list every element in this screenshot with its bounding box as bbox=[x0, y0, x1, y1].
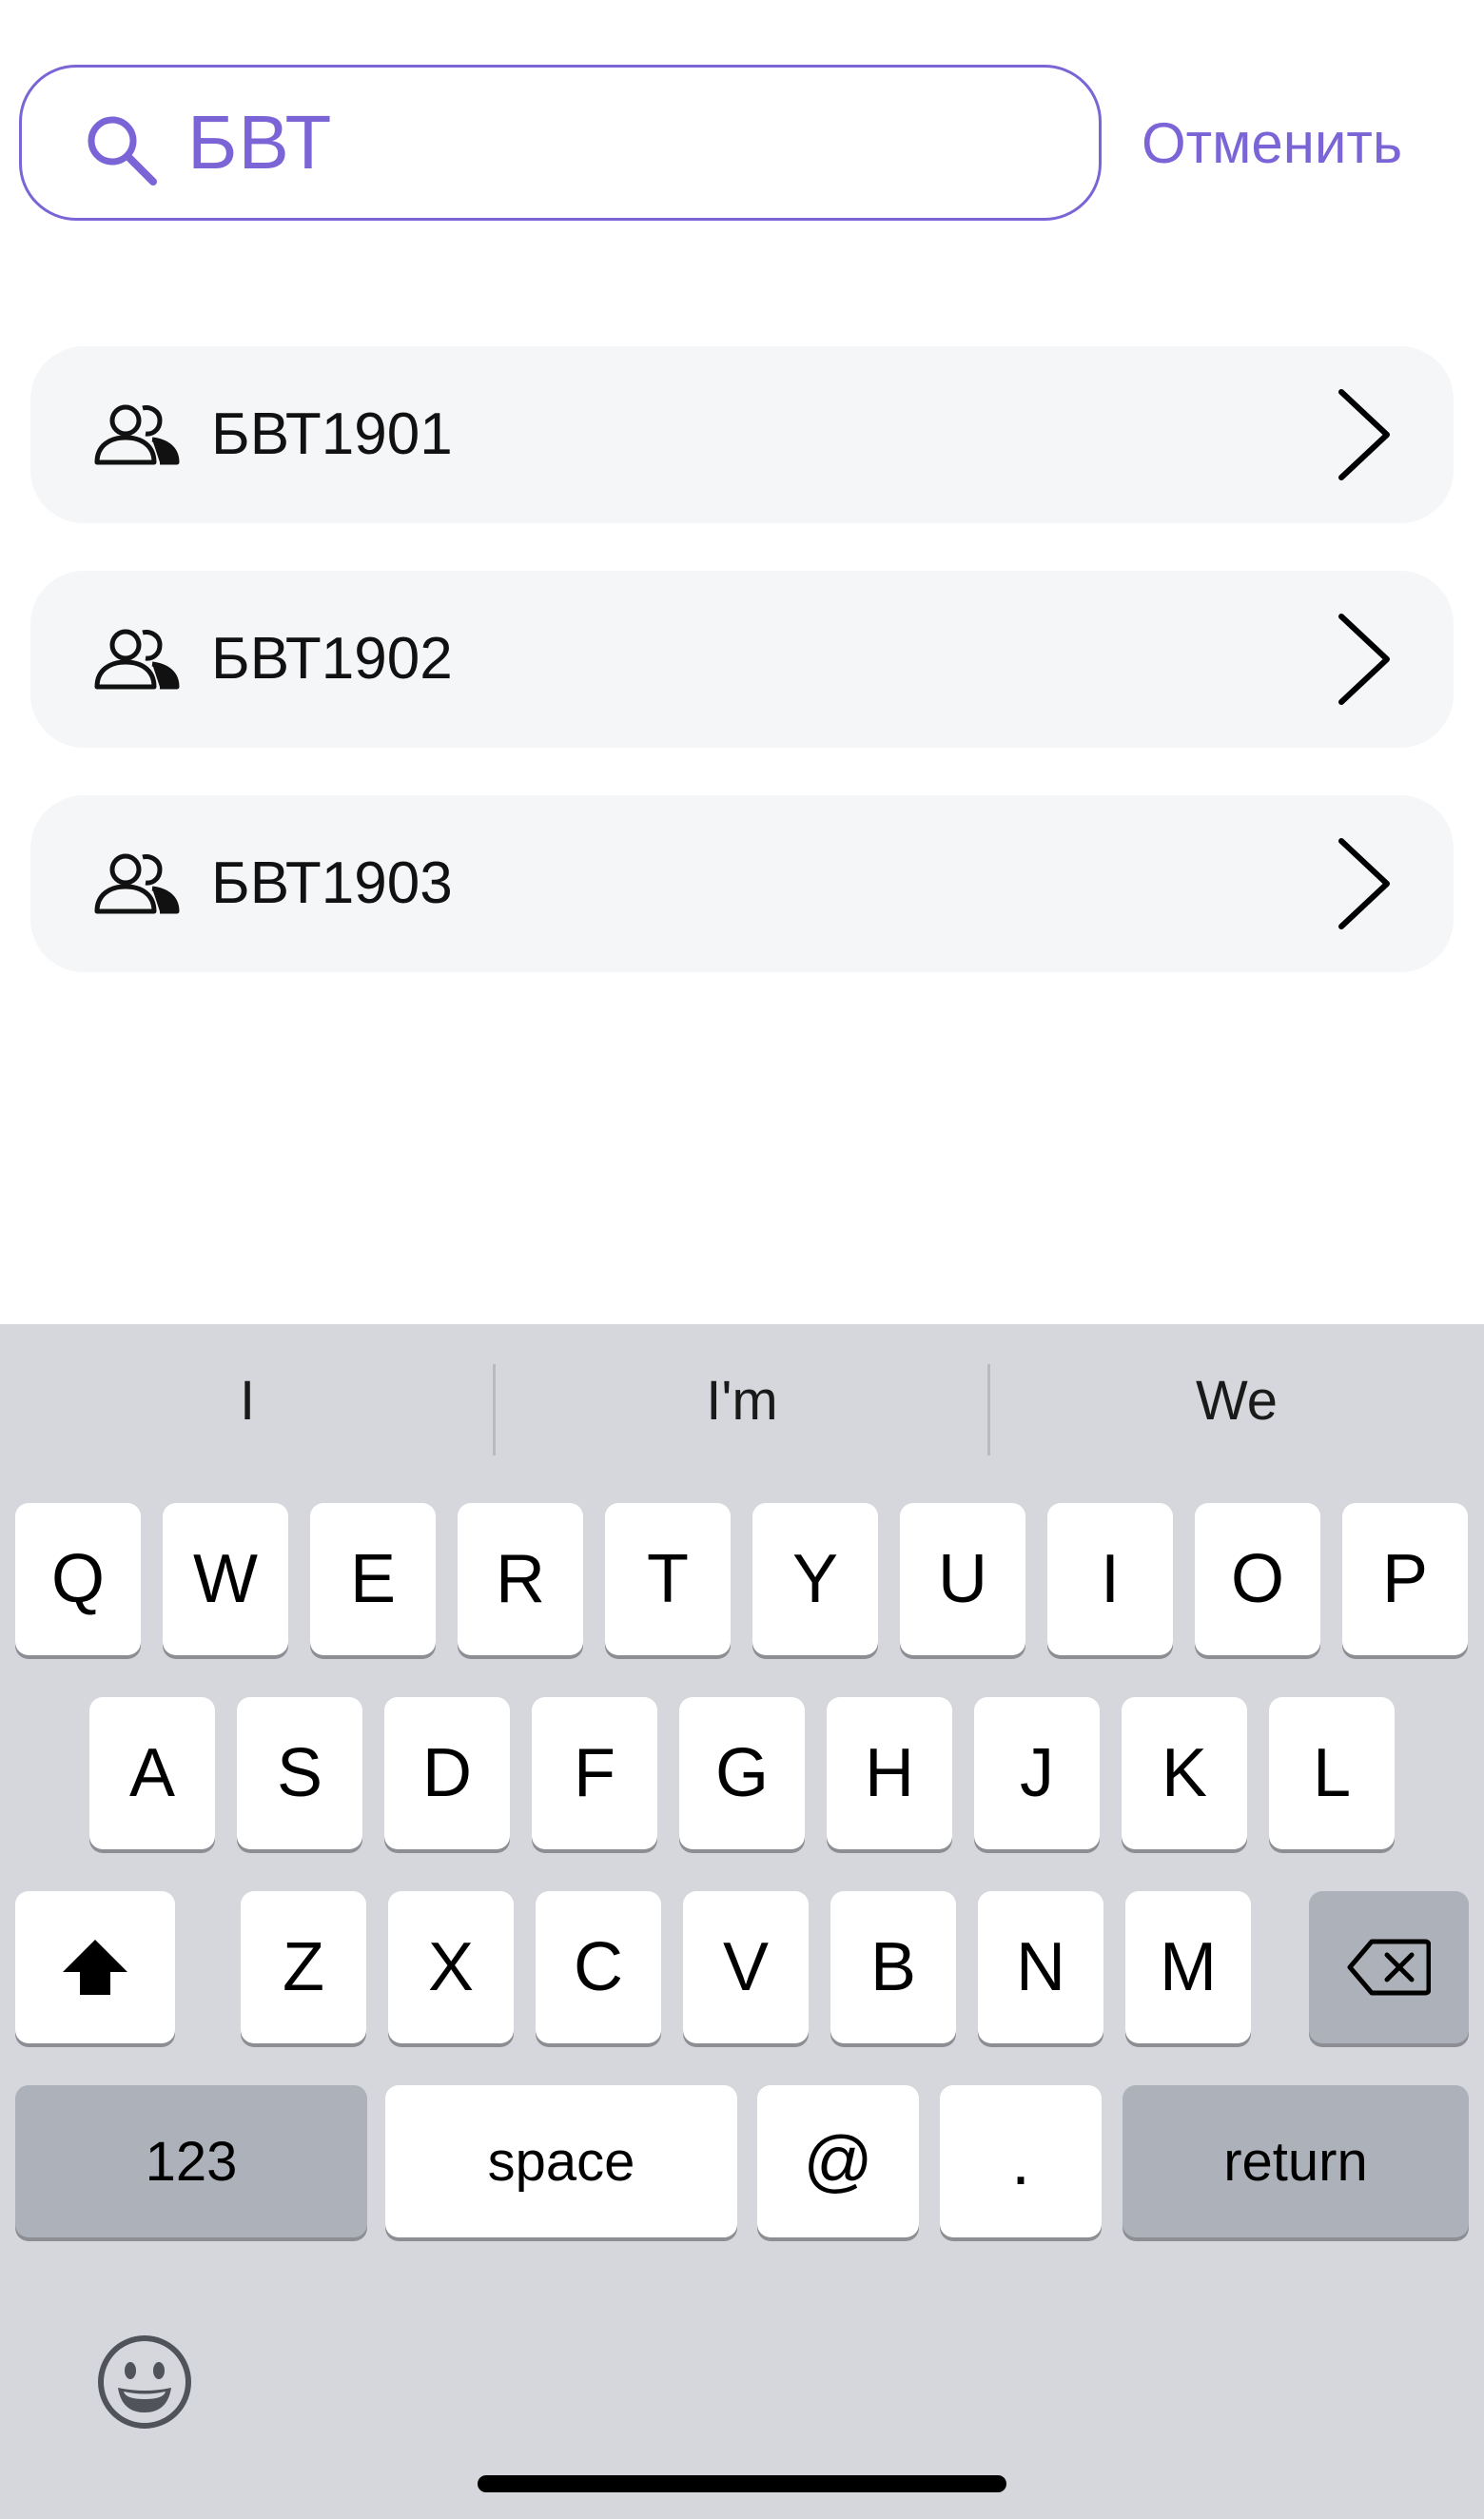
key-o[interactable]: O bbox=[1195, 1503, 1320, 1655]
key-w[interactable]: W bbox=[163, 1503, 288, 1655]
key-h[interactable]: H bbox=[827, 1697, 952, 1849]
chevron-right-icon bbox=[1338, 838, 1390, 929]
key-i[interactable]: I bbox=[1047, 1503, 1173, 1655]
key-k[interactable]: K bbox=[1122, 1697, 1247, 1849]
list-item-label: БВТ1902 bbox=[211, 626, 453, 692]
search-field[interactable]: БВТ bbox=[19, 65, 1102, 221]
backspace-key[interactable] bbox=[1309, 1891, 1469, 2043]
users-icon bbox=[94, 629, 180, 690]
shift-key[interactable] bbox=[15, 1891, 175, 2043]
key-c[interactable]: C bbox=[536, 1891, 661, 2043]
key-r[interactable]: R bbox=[458, 1503, 583, 1655]
key-y[interactable]: Y bbox=[752, 1503, 878, 1655]
key-q[interactable]: Q bbox=[15, 1503, 141, 1655]
key-m[interactable]: M bbox=[1125, 1891, 1251, 2043]
key-s[interactable]: S bbox=[237, 1697, 362, 1849]
backspace-icon bbox=[1347, 1939, 1431, 1996]
key-a[interactable]: A bbox=[89, 1697, 215, 1849]
key-n[interactable]: N bbox=[978, 1891, 1103, 2043]
at-key[interactable]: @ bbox=[757, 2085, 919, 2237]
chevron-right-icon bbox=[1338, 614, 1390, 705]
key-t[interactable]: T bbox=[605, 1503, 731, 1655]
keyboard: I I'm We Q W E R T Y U I O P A S D F G H… bbox=[0, 1324, 1484, 2519]
search-input[interactable]: БВТ bbox=[187, 68, 332, 218]
key-d[interactable]: D bbox=[384, 1697, 510, 1849]
chevron-right-icon bbox=[1338, 389, 1390, 480]
key-e[interactable]: E bbox=[310, 1503, 436, 1655]
list-item[interactable]: БВТ1901 bbox=[30, 346, 1454, 523]
list-item-label: БВТ1901 bbox=[211, 401, 453, 467]
space-key[interactable]: space bbox=[385, 2085, 737, 2237]
key-l[interactable]: L bbox=[1269, 1697, 1395, 1849]
list-item[interactable]: БВТ1902 bbox=[30, 571, 1454, 748]
emoji-icon[interactable] bbox=[95, 2333, 194, 2431]
numbers-key[interactable]: 123 bbox=[15, 2085, 367, 2237]
cancel-button[interactable]: Отменить bbox=[1142, 101, 1402, 186]
users-icon bbox=[94, 404, 180, 465]
key-f[interactable]: F bbox=[532, 1697, 657, 1849]
key-u[interactable]: U bbox=[900, 1503, 1025, 1655]
key-g[interactable]: G bbox=[679, 1697, 805, 1849]
shift-icon bbox=[63, 1940, 127, 1995]
key-b[interactable]: B bbox=[830, 1891, 956, 2043]
key-x[interactable]: X bbox=[388, 1891, 514, 2043]
suggestion-item[interactable]: I'm bbox=[495, 1358, 989, 1444]
suggestion-item[interactable]: We bbox=[989, 1358, 1484, 1444]
return-key[interactable]: return bbox=[1123, 2085, 1469, 2237]
users-icon bbox=[94, 853, 180, 914]
home-indicator bbox=[478, 2475, 1006, 2492]
search-icon bbox=[88, 116, 157, 186]
suggestion-item[interactable]: I bbox=[0, 1358, 495, 1444]
list-item[interactable]: БВТ1903 bbox=[30, 795, 1454, 972]
key-v[interactable]: V bbox=[683, 1891, 809, 2043]
list-item-label: БВТ1903 bbox=[211, 850, 453, 916]
key-j[interactable]: J bbox=[974, 1697, 1100, 1849]
key-p[interactable]: P bbox=[1342, 1503, 1468, 1655]
period-key[interactable]: . bbox=[940, 2085, 1102, 2237]
key-z[interactable]: Z bbox=[241, 1891, 366, 2043]
